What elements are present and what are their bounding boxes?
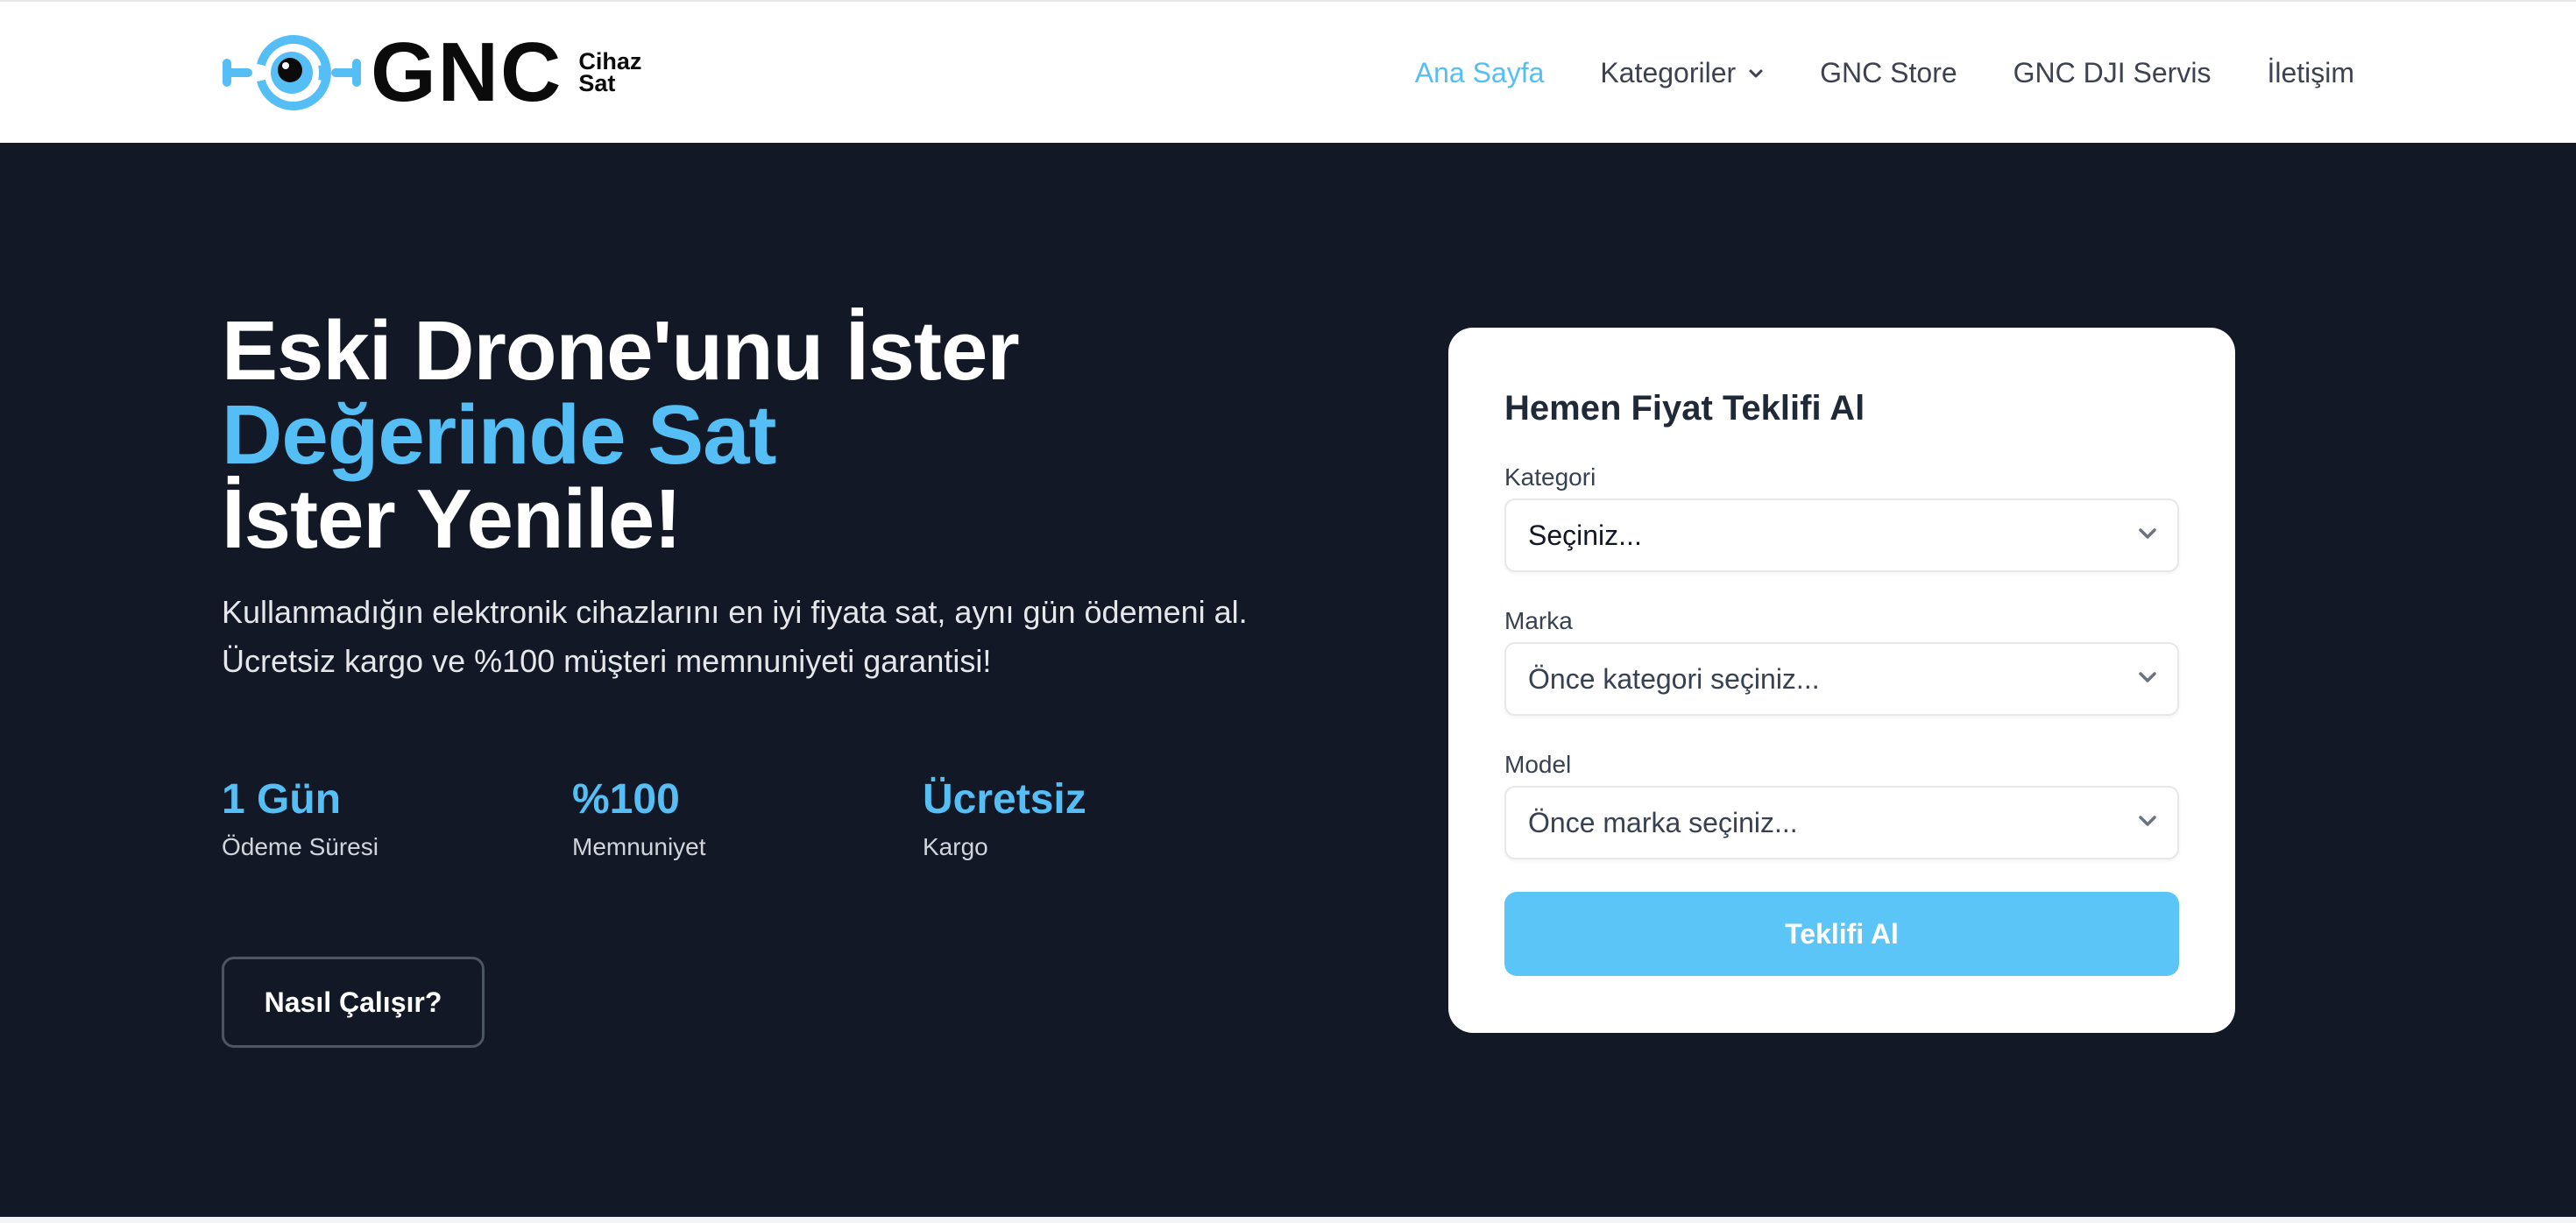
stat-label: Ödeme Süresi: [222, 833, 379, 860]
stat-label: Memnuniyet: [572, 833, 706, 860]
headline-line-1: Eski Drone'unu İster: [222, 304, 1020, 398]
nav-item-label: Ana Sayfa: [1414, 57, 1545, 88]
stat-satisfaction: %100 Memnuniyet: [572, 775, 923, 861]
get-quote-button[interactable]: Teklifi Al: [1504, 892, 2179, 976]
eye-drone-logo-icon: [223, 35, 361, 110]
brand-select-value: Önce kategori seçiniz...: [1528, 662, 1820, 695]
chevron-down-icon: [2139, 528, 2156, 539]
nav-item-contact[interactable]: İletişim: [2267, 57, 2354, 89]
nav-item-label: Kategoriler: [1600, 57, 1737, 88]
nav-item-label: İletişim: [2267, 57, 2354, 88]
model-label: Model: [1504, 751, 1572, 778]
subtext-line-2: Ücretsiz kargo ve %100 müşteri memnuniye…: [222, 643, 992, 679]
subtext-line-1: Kullanmadığın elektronik cihazlarını en …: [222, 594, 1248, 630]
nav-item-label: GNC Store: [1820, 57, 1957, 88]
form-title: Hemen Fiyat Teklifi Al: [1504, 389, 1865, 428]
model-select-value: Önce marka seçiniz...: [1528, 806, 1798, 838]
nav-item-dji-service[interactable]: GNC DJI Servis: [2013, 57, 2212, 89]
chevron-down-icon: [2139, 816, 2156, 826]
nav-item-gnc-store[interactable]: GNC Store: [1820, 57, 1957, 89]
hero-section: Eski Drone'unu İster Değerinde Sat İster…: [0, 143, 2576, 1217]
logo-subtitle-line2: Sat: [578, 70, 616, 96]
stat-label: Kargo: [923, 833, 988, 860]
hero-subtext: Kullanmadığın elektronik cihazlarını en …: [222, 588, 1248, 686]
nav-item-home[interactable]: Ana Sayfa: [1415, 57, 1545, 89]
chevron-down-icon: [1749, 69, 1763, 77]
main-nav: Ana Sayfa Kategoriler GNC Store GNC DJI …: [1359, 2, 2354, 145]
model-select[interactable]: Önce marka seçiniz...: [1504, 786, 2179, 859]
nav-item-categories[interactable]: Kategoriler: [1600, 57, 1764, 89]
chevron-down-icon: [2139, 672, 2156, 682]
category-select-value: Seçiniz...: [1528, 519, 1642, 551]
quote-form-card: Hemen Fiyat Teklifi Al Kategori Seçiniz.…: [1448, 328, 2235, 1033]
how-it-works-button[interactable]: Nasıl Çalışır?: [222, 957, 485, 1048]
hero-headline: Eski Drone'unu İster Değerinde Sat İster…: [222, 304, 1020, 566]
headline-line-2: Değerinde Sat: [222, 388, 777, 482]
stat-value: %100: [572, 776, 680, 823]
category-select[interactable]: Seçiniz...: [1504, 498, 2179, 572]
logo-subtitle: Cihaz Sat: [578, 50, 641, 96]
stat-value: 1 Gün: [222, 776, 342, 823]
section-divider: [0, 1217, 2576, 1223]
stat-payment: 1 Gün Ödeme Süresi: [222, 775, 572, 861]
stat-value: Ücretsiz: [923, 776, 1086, 823]
headline-line-3: İster Yenile!: [222, 472, 682, 566]
logo[interactable]: GNC Cihaz Sat: [222, 28, 641, 117]
category-label: Kategori: [1504, 463, 1596, 491]
stats-row: 1 Gün Ödeme Süresi %100 Memnuniyet Ücret…: [222, 775, 1273, 861]
nav-item-label: GNC DJI Servis: [2013, 57, 2212, 88]
brand-select[interactable]: Önce kategori seçiniz...: [1504, 642, 2179, 716]
site-header: GNC Cihaz Sat Ana Sayfa Kategoriler GNC …: [0, 0, 2576, 143]
logo-wordmark: GNC: [371, 25, 563, 119]
stat-shipping: Ücretsiz Kargo: [923, 775, 1273, 861]
brand-label: Marka: [1504, 607, 1573, 634]
